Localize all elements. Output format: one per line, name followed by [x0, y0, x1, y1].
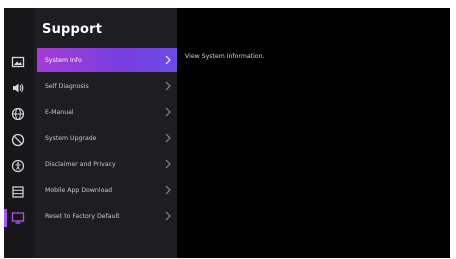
- menu-item-label: Mobile App Download: [45, 186, 113, 194]
- menu-item-system-info[interactable]: System Info: [37, 48, 177, 72]
- menu-item-system-upgrade[interactable]: System Upgrade: [37, 126, 177, 150]
- menu-item-label: E-Manual: [45, 108, 74, 116]
- menu-item-mobile-app-download[interactable]: Mobile App Download: [37, 178, 177, 202]
- picture-icon[interactable]: [9, 53, 27, 71]
- chevron-right-icon: [165, 55, 171, 65]
- menu-item-disclaimer-and-privacy[interactable]: Disclaimer and Privacy: [37, 152, 177, 176]
- chevron-right-icon: [165, 81, 171, 91]
- item-description: View System Information.: [185, 53, 265, 60]
- menu-item-label: Reset to Factory Default: [45, 212, 120, 220]
- list-icon[interactable]: [9, 183, 27, 201]
- network-icon[interactable]: [9, 105, 27, 123]
- chevron-right-icon: [165, 211, 171, 221]
- menu-item-reset-to-factory-default[interactable]: Reset to Factory Default: [37, 204, 177, 228]
- menu-title: Support: [42, 22, 103, 37]
- chevron-right-icon: [165, 107, 171, 117]
- chevron-right-icon: [165, 159, 171, 169]
- menu-item-label: Disclaimer and Privacy: [45, 160, 116, 168]
- chevron-right-icon: [165, 185, 171, 195]
- restriction-icon[interactable]: [9, 131, 27, 149]
- menu-item-e-manual[interactable]: E-Manual: [37, 100, 177, 124]
- support-menu: Support System Info Self Diagnosis E-Man…: [34, 8, 177, 258]
- menu-item-label: System Info: [45, 56, 82, 64]
- chevron-right-icon: [165, 133, 171, 143]
- menu-item-label: Self Diagnosis: [45, 82, 89, 90]
- menu-item-self-diagnosis[interactable]: Self Diagnosis: [37, 74, 177, 98]
- sound-icon[interactable]: [9, 79, 27, 97]
- accessibility-icon[interactable]: [9, 157, 27, 175]
- category-rail: [4, 8, 34, 258]
- tv-screen: Support System Info Self Diagnosis E-Man…: [4, 8, 450, 258]
- support-icon[interactable]: [4, 209, 27, 227]
- menu-item-label: System Upgrade: [45, 134, 97, 142]
